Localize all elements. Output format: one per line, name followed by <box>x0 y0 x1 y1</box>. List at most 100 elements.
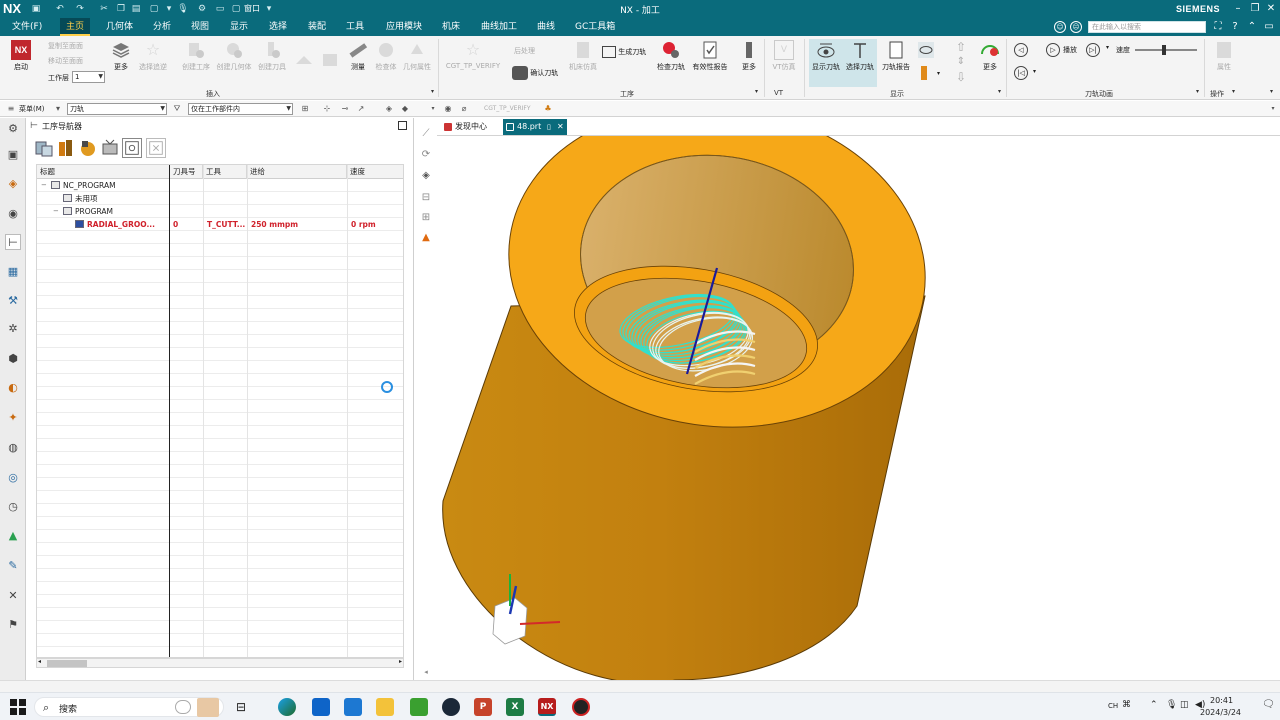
group-expand-icon[interactable]: ▾ <box>1196 88 1199 95</box>
process-studio-icon[interactable]: ⚑ <box>5 617 21 633</box>
menu-curve-machining[interactable]: 曲线加工 <box>475 18 523 36</box>
copy-icon[interactable]: ❐ <box>115 3 127 15</box>
shaded-icon[interactable]: ◆ <box>400 104 410 114</box>
geometry-view-icon[interactable] <box>78 138 98 158</box>
snap-mid-icon[interactable]: ↗ <box>356 104 366 114</box>
clock-icon[interactable]: ◷ <box>5 499 21 515</box>
create-program-button[interactable] <box>318 50 342 72</box>
generate-toolpath-button[interactable]: 生成刀轨 <box>602 46 654 58</box>
group-expand-icon[interactable]: ▾ <box>998 88 1001 95</box>
copy-face-button[interactable]: 复制至面面 <box>48 41 83 51</box>
help-feedback-icon[interactable]: ☹ <box>1070 21 1082 33</box>
microphone-tray-icon[interactable]: 🎙 <box>1166 700 1177 710</box>
check-body-button[interactable]: 检查体 <box>372 40 400 72</box>
menu-applications[interactable]: 应用模块 <box>380 18 428 36</box>
machine-navigator-icon[interactable]: ▦ <box>5 264 21 280</box>
taskbar-search-box[interactable]: ⌕ 搜索 <box>34 697 224 717</box>
tool-display-button[interactable] <box>917 66 931 80</box>
show-toolpath-button[interactable]: 显示刀轨 <box>809 40 843 72</box>
machining-method-view-icon[interactable] <box>100 138 120 158</box>
tray-chevron-icon[interactable]: ⌃ <box>1150 700 1158 710</box>
tab-pin-icon[interactable]: ▯ <box>547 119 551 135</box>
undo-icon[interactable]: ↶ <box>54 3 66 15</box>
table-row[interactable]: − NC_PROGRAM <box>37 179 403 192</box>
cgt-verify-button[interactable]: ☆ CGT_TP_VERIFY <box>444 40 502 70</box>
create-operation-button[interactable]: 创建工序 <box>178 40 214 72</box>
col-name[interactable]: 标题 <box>37 165 170 179</box>
feedback-icon[interactable]: ☺ <box>1054 21 1066 33</box>
col-speed[interactable]: 速度 <box>347 165 403 179</box>
group-expand-icon[interactable]: ▾ <box>755 88 758 95</box>
menu-button[interactable]: 菜单(M) <box>19 104 45 114</box>
clock-date[interactable]: 2024/3/24 <box>1200 708 1241 717</box>
snap-end-icon[interactable]: ⊸ <box>340 104 350 114</box>
save-icon[interactable]: ▣ <box>30 3 42 15</box>
selbar-options-icon[interactable]: ▾ <box>1268 104 1278 114</box>
create-geometry-button[interactable]: 创建几何体 <box>214 40 254 72</box>
group-expand-icon[interactable]: ▾ <box>431 88 434 95</box>
menu-machine[interactable]: 机床 <box>436 18 466 36</box>
step-forward-button[interactable]: ▷| <box>1086 43 1100 57</box>
measure-button[interactable]: 测量 <box>346 40 370 72</box>
hide-icon[interactable]: ⌀ <box>459 104 469 114</box>
machine-sim-button[interactable]: 机床仿真 <box>566 40 600 72</box>
menu-tools[interactable]: 工具 <box>340 18 370 36</box>
part-navigator-icon[interactable]: ◉ <box>5 206 21 222</box>
post-process-button[interactable]: 后处理 <box>514 46 535 56</box>
hd3d-icon[interactable]: ◐ <box>5 380 21 396</box>
program-order-view-icon[interactable] <box>34 138 54 158</box>
redo-icon[interactable]: ↷ <box>74 3 86 15</box>
scrollbar-thumb[interactable] <box>47 660 87 667</box>
notifications-icon[interactable]: 🗨 <box>1262 699 1275 710</box>
attributes-button[interactable]: 属性 <box>1210 40 1238 72</box>
paste-icon[interactable]: ▤ <box>130 3 142 15</box>
confirm-toolpath-button[interactable]: 确认刀轨 <box>512 66 564 80</box>
maximize-panel-icon[interactable] <box>398 121 407 130</box>
col-tool[interactable]: 工具 <box>203 165 247 179</box>
select-ops-button[interactable]: ☆ 选择追逆 <box>136 40 170 72</box>
system-material-icon[interactable]: ✎ <box>5 558 21 574</box>
view-eye-icon[interactable]: ◉ <box>443 104 453 114</box>
assembly-navigator-icon[interactable]: ▣ <box>5 147 21 163</box>
edge-browser-icon[interactable] <box>278 698 296 716</box>
display-icon[interactable]: ▭ <box>214 3 226 15</box>
help-icon[interactable]: ? <box>1228 20 1242 34</box>
window-menu[interactable]: 窗口 <box>244 3 260 14</box>
graphics-window[interactable]: ⟋ ⟳ ◈ ⊟ ⊞ ▲ ◂ 发现中心 48.prt ▯ ✕ <box>415 118 1280 680</box>
menu-curve[interactable]: 曲线 <box>531 18 561 36</box>
start-button[interactable]: NX 启动 <box>8 40 34 72</box>
move-down-button[interactable]: ⇩ <box>952 70 970 84</box>
windows-start-icon[interactable] <box>9 698 27 716</box>
cgt-verify-selbar[interactable]: CGT_TP_VERIFY <box>484 105 531 112</box>
recorder-icon[interactable] <box>572 698 590 716</box>
clock-time[interactable]: 20:41 <box>1210 696 1233 705</box>
menu-file[interactable]: 文件(F) <box>6 18 48 36</box>
menu-display[interactable]: 显示 <box>224 18 254 36</box>
check-toolpath-button[interactable]: 检查刀轨 <box>655 40 687 72</box>
work-layer-select[interactable]: 1 ▼ <box>72 71 105 83</box>
menu-select[interactable]: 选择 <box>263 18 293 36</box>
minecraft-icon[interactable] <box>410 698 428 716</box>
menu-analysis[interactable]: 分析 <box>147 18 177 36</box>
qa-dropdown-icon[interactable]: ▾ <box>163 3 175 15</box>
machining-feature-icon[interactable]: ⚒ <box>5 293 21 309</box>
globe-icon[interactable]: ◎ <box>5 470 21 486</box>
menu-gc-toolbox[interactable]: GC工具箱 <box>569 18 621 36</box>
file-explorer-icon[interactable] <box>376 698 394 716</box>
mail-icon[interactable] <box>344 698 362 716</box>
microphone-icon[interactable]: 🎙 <box>177 3 189 15</box>
tool-display-dropdown-icon[interactable]: ▾ <box>937 70 940 77</box>
restore-button[interactable]: ❐ <box>1248 2 1262 16</box>
toolpath-icon[interactable]: ♣ <box>543 104 553 114</box>
expand-toggle-icon[interactable]: − <box>53 205 59 218</box>
settings-icon[interactable]: ⚙ <box>196 3 208 15</box>
ime-icon[interactable]: ⌘ <box>1122 700 1131 710</box>
delete-object-icon[interactable] <box>146 138 166 158</box>
select-toolpath-button[interactable]: 选择刀轨 <box>843 40 877 72</box>
filter-icon[interactable]: ⛛ <box>172 104 182 114</box>
selbar-dropdown-icon[interactable]: ▾ <box>428 104 438 114</box>
play-dropdown-icon[interactable]: ▾ <box>1106 44 1109 51</box>
settings-icon[interactable]: ⚙ <box>5 121 21 137</box>
table-row[interactable]: − PROGRAM <box>37 205 403 218</box>
role-icon[interactable]: ▲ <box>5 528 21 544</box>
